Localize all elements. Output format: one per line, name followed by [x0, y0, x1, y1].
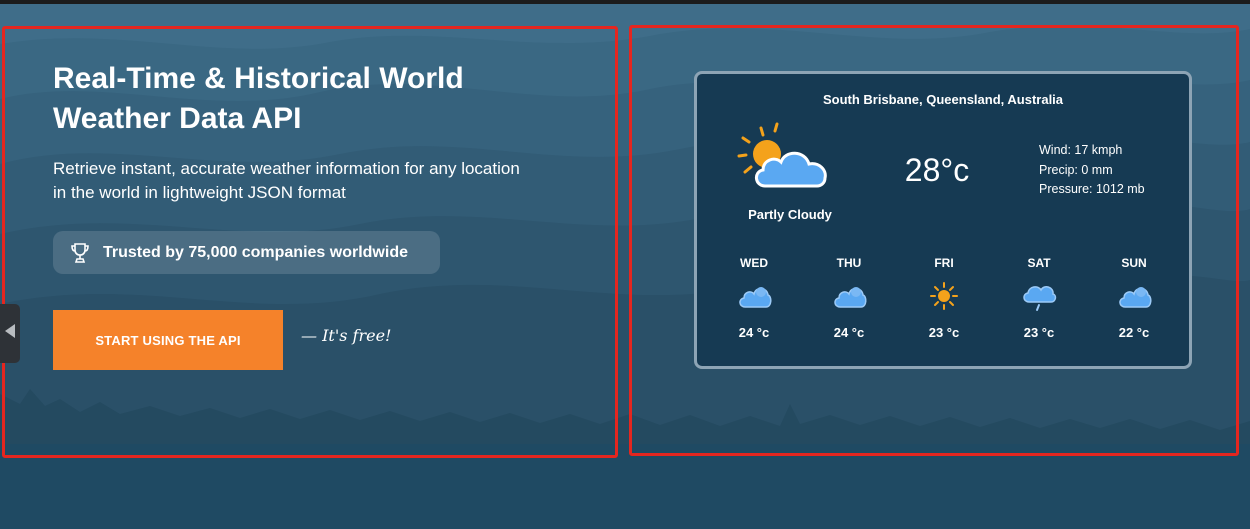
triangle-left-icon: [4, 323, 16, 344]
trophy-icon: [67, 240, 93, 266]
cloudy-icon: [1089, 272, 1179, 320]
weather-location: South Brisbane, Queensland, Australia: [822, 92, 1064, 107]
forecast-temp: 22 °c: [1118, 325, 1150, 340]
forecast-temp: 24 °c: [738, 325, 770, 340]
trust-badge: Trusted by 75,000 companies worldwide: [53, 231, 440, 274]
forecast-day: WED 24 °c: [709, 254, 799, 340]
forecast-day: SAT 23 °c: [994, 254, 1084, 340]
forecast-row: WED 24 °c THU 24 °c FRI 23 °c SAT 23 °c …: [697, 254, 1189, 354]
precip-stat: Precip: 0 mm: [1039, 162, 1113, 177]
pressure-stat: Pressure: 1012 mb: [1039, 182, 1145, 196]
free-note: — It's free!: [301, 326, 392, 345]
rain-cloud-icon: [994, 272, 1084, 320]
trust-text: Trusted by 75,000 companies worldwide: [103, 243, 408, 261]
forecast-temp: 24 °c: [833, 325, 865, 340]
start-using-api-button[interactable]: START USING THE API: [53, 310, 283, 370]
forecast-temp: 23 °c: [1023, 325, 1055, 340]
weather-widget: South Brisbane, Queensland, Australia Pa…: [694, 71, 1192, 369]
partly-cloudy-icon: [733, 120, 833, 196]
forecast-day-name: THU: [836, 256, 862, 270]
sun-icon: [899, 272, 989, 320]
weather-stats: Wind: 17 kmph Precip: 0 mm Pressure: 101…: [1039, 141, 1145, 200]
hero-subtitle: Retrieve instant, accurate weather infor…: [53, 159, 520, 202]
weather-condition: Partly Cloudy: [748, 207, 832, 222]
hero-title: Real-Time & Historical World Weather Dat…: [53, 62, 464, 135]
forecast-day: FRI 23 °c: [899, 254, 989, 340]
side-collapse-handle[interactable]: [0, 304, 20, 363]
forecast-day: SUN 22 °c: [1089, 254, 1179, 340]
forecast-day: THU 24 °c: [804, 254, 894, 340]
forecast-day-name: WED: [740, 256, 768, 270]
wind-stat: Wind: 17 kmph: [1039, 143, 1123, 157]
forecast-temp: 23 °c: [928, 325, 960, 340]
forecast-day-name: SUN: [1121, 256, 1147, 270]
current-temperature: 28°c: [904, 152, 970, 188]
cloudy-icon: [804, 272, 894, 320]
cloudy-icon: [709, 272, 799, 320]
forecast-day-name: SAT: [1027, 256, 1051, 270]
forecast-day-name: FRI: [934, 256, 954, 270]
